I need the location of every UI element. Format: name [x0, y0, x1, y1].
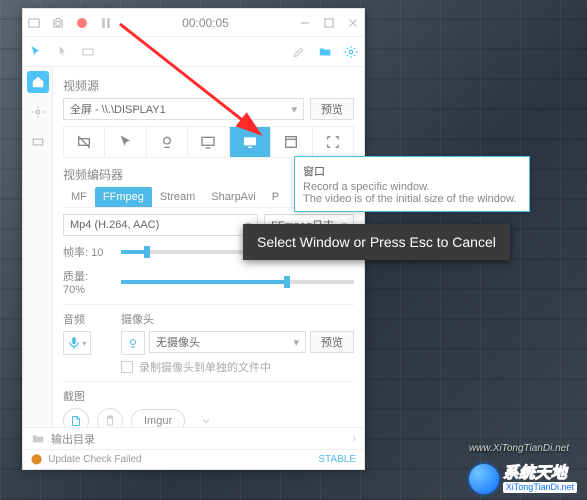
camera-separate-checkbox[interactable] [121, 361, 133, 373]
window-mode-tooltip: 窗口 Record a specific window. The video i… [294, 156, 530, 212]
source-cursor[interactable] [105, 127, 146, 157]
preview-button[interactable]: 预览 [310, 98, 354, 120]
source-monitor[interactable] [230, 127, 271, 157]
brush-icon[interactable] [292, 45, 306, 59]
side-tabs [23, 67, 53, 427]
select-window-overlay: Select Window or Press Esc to Cancel [243, 224, 510, 260]
camera-select[interactable]: 无摄像头 ▾ [149, 331, 306, 353]
screenshot-label: 截图 [63, 388, 354, 404]
camera-label: 摄像头 [121, 311, 354, 327]
record-button[interactable] [75, 16, 89, 30]
screenshot-more-button[interactable] [193, 408, 219, 427]
tab-home[interactable] [27, 71, 49, 93]
audio-label: 音频 [63, 311, 91, 327]
chevron-down-icon: ▾ [82, 339, 86, 348]
close-icon[interactable] [346, 16, 360, 30]
camera-icon-button[interactable] [121, 331, 145, 355]
pointer-icon[interactable] [55, 45, 69, 59]
camera-checkbox-label: 录制摄像头到单独的文件中 [139, 359, 271, 375]
video-source-label: 视频源 [63, 77, 354, 94]
encoder-tab-ffmpeg[interactable]: FFmpeg [95, 187, 152, 207]
maximize-icon[interactable] [322, 16, 336, 30]
toolbar [23, 37, 364, 67]
encoder-tab-more[interactable]: P [264, 187, 287, 207]
channel-label: STABLE [318, 454, 356, 465]
warning-icon: ⬤ [31, 454, 42, 465]
camera-icon[interactable] [51, 16, 65, 30]
chevron-right-icon: › [352, 433, 356, 445]
cursor-tool-icon[interactable] [29, 45, 43, 59]
statusbar: ⬤ Update Check Failed STABLE [23, 449, 364, 469]
source-region[interactable] [313, 127, 353, 157]
minimize-icon[interactable] [298, 16, 312, 30]
settings-icon[interactable] [344, 45, 358, 59]
source-window[interactable] [271, 127, 312, 157]
quality-slider[interactable] [121, 280, 354, 284]
tooltip-line1: Record a specific window. [303, 181, 521, 193]
tab-settings[interactable] [27, 101, 49, 123]
screenshot-icon[interactable] [27, 16, 41, 30]
encoder-tab-mf[interactable]: MF [63, 187, 95, 207]
camera-preview-button[interactable]: 预览 [310, 331, 354, 353]
source-mode-row [63, 126, 354, 158]
display-select[interactable]: 全屏 - \\.\DISPLAY1 ▾ [63, 98, 304, 120]
source-nocapture[interactable] [64, 127, 105, 157]
chevron-down-icon: ▾ [293, 336, 299, 349]
pause-button[interactable] [99, 16, 113, 30]
output-dir-row[interactable]: 输出目录 › [23, 427, 364, 449]
watermark-logo: 系统天地 XiTongTianDi.net [469, 464, 577, 494]
encoder-tab-sharpavi[interactable]: SharpAvi [203, 187, 263, 207]
mic-button[interactable]: ▾ [63, 331, 91, 355]
screenshot-imgur-button[interactable]: Imgur [131, 409, 185, 427]
update-status: Update Check Failed [48, 454, 141, 465]
tooltip-line2: The video is of the initial size of the … [303, 193, 521, 205]
screenshot-disk-button[interactable] [63, 408, 89, 427]
screenshot-clipboard-button[interactable] [97, 408, 123, 427]
format-select[interactable]: Mp4 (H.264, AAC) ▾ [63, 214, 258, 236]
tooltip-title: 窗口 [303, 163, 521, 179]
source-webcam[interactable] [147, 127, 188, 157]
source-screen[interactable] [188, 127, 229, 157]
folder-icon [31, 432, 45, 446]
encoder-tab-stream[interactable]: Stream [152, 187, 203, 207]
folder-icon[interactable] [318, 45, 332, 59]
display-select-value: 全屏 - \\.\DISPLAY1 [70, 101, 166, 117]
keyboard-icon[interactable] [81, 45, 95, 59]
watermark-url: www.XiTongTianDi.net [469, 443, 569, 454]
quality-slider-row: 质量: 70% [63, 268, 354, 296]
timer: 00:00:05 [182, 16, 229, 30]
output-dir-label: 输出目录 [51, 431, 95, 447]
tab-hotkeys[interactable] [27, 131, 49, 153]
chevron-down-icon: ▾ [291, 103, 297, 116]
globe-icon [469, 464, 499, 494]
titlebar: 00:00:05 [23, 9, 364, 37]
